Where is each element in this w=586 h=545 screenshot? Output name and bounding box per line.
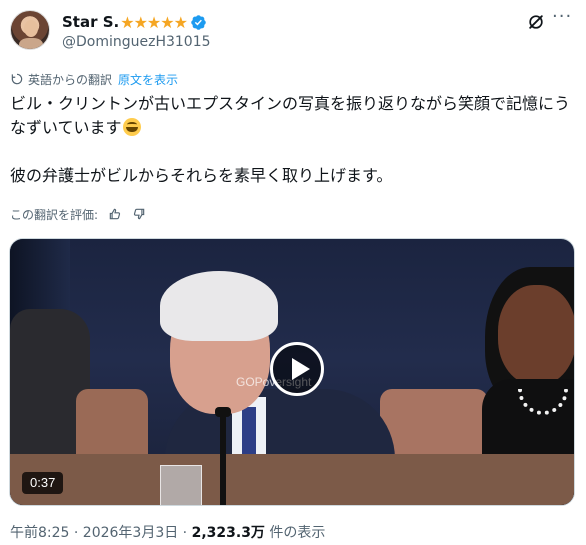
video-woman-face — [498, 285, 574, 385]
translation-row: 英語からの翻訳 原文を表示 — [10, 70, 178, 88]
video-player[interactable]: GOPoversight 0:37 — [9, 238, 575, 506]
show-original-link[interactable]: 原文を表示 — [118, 71, 178, 88]
video-table — [10, 454, 574, 505]
tweet-text: ビル・クリントンが古いエプスタインの写真を振り返りながら笑顔で記憶にうなずいてい… — [10, 92, 576, 188]
video-water-glass — [160, 465, 202, 505]
tweet-header: Star S. ★★★★★ @DominguezH31015 ··· — [10, 8, 576, 54]
more-options-icon[interactable]: ··· — [552, 8, 572, 30]
rofl-emoji-icon — [122, 118, 141, 136]
play-button-icon[interactable] — [270, 342, 324, 396]
avatar-body — [19, 38, 43, 49]
name-line: Star S. ★★★★★ — [62, 12, 207, 32]
view-count-suffix: 件の表示 — [264, 525, 326, 541]
avatar[interactable] — [10, 10, 50, 50]
display-name[interactable]: Star S. — [62, 13, 119, 31]
tweet-text-paragraph-2: 彼の弁護士がビルからそれらを素早く取り上げます。 — [10, 166, 393, 185]
user-handle[interactable]: @DominguezH31015 — [62, 34, 211, 50]
timestamp-link[interactable]: 午前8:25 · 2026年3月3日 · — [10, 525, 192, 541]
avatar-face — [24, 20, 38, 37]
translation-label: 英語からの翻訳 — [28, 72, 113, 87]
thumbs-up-icon[interactable] — [108, 207, 122, 221]
tweet-text-paragraph-1: ビル・クリントンが古いエプスタインの写真を振り返りながら笑顔で記憶にうなずいてい… — [10, 92, 576, 140]
tweet-line-1: ビル・クリントンが古いエプスタインの写真を振り返りながら笑顔で記憶にうなずいてい… — [10, 94, 571, 137]
thumbs-down-icon[interactable] — [132, 207, 146, 221]
grok-icon[interactable] — [526, 12, 546, 32]
translate-icon — [11, 73, 23, 85]
view-count: 2,323.3万 — [191, 525, 265, 541]
rate-translation-label: この翻訳を評価: — [10, 207, 99, 222]
video-man-hair — [160, 271, 278, 341]
video-microphone — [220, 409, 226, 505]
rate-translation-row: この翻訳を評価: — [10, 205, 146, 223]
tweet-meta: 午前8:25 · 2026年3月3日 · 2,323.3万 件の表示 — [10, 522, 325, 542]
verified-badge-icon[interactable] — [190, 14, 207, 31]
video-duration-badge: 0:37 — [22, 472, 64, 494]
star-rating-icons: ★★★★★ — [120, 12, 188, 32]
